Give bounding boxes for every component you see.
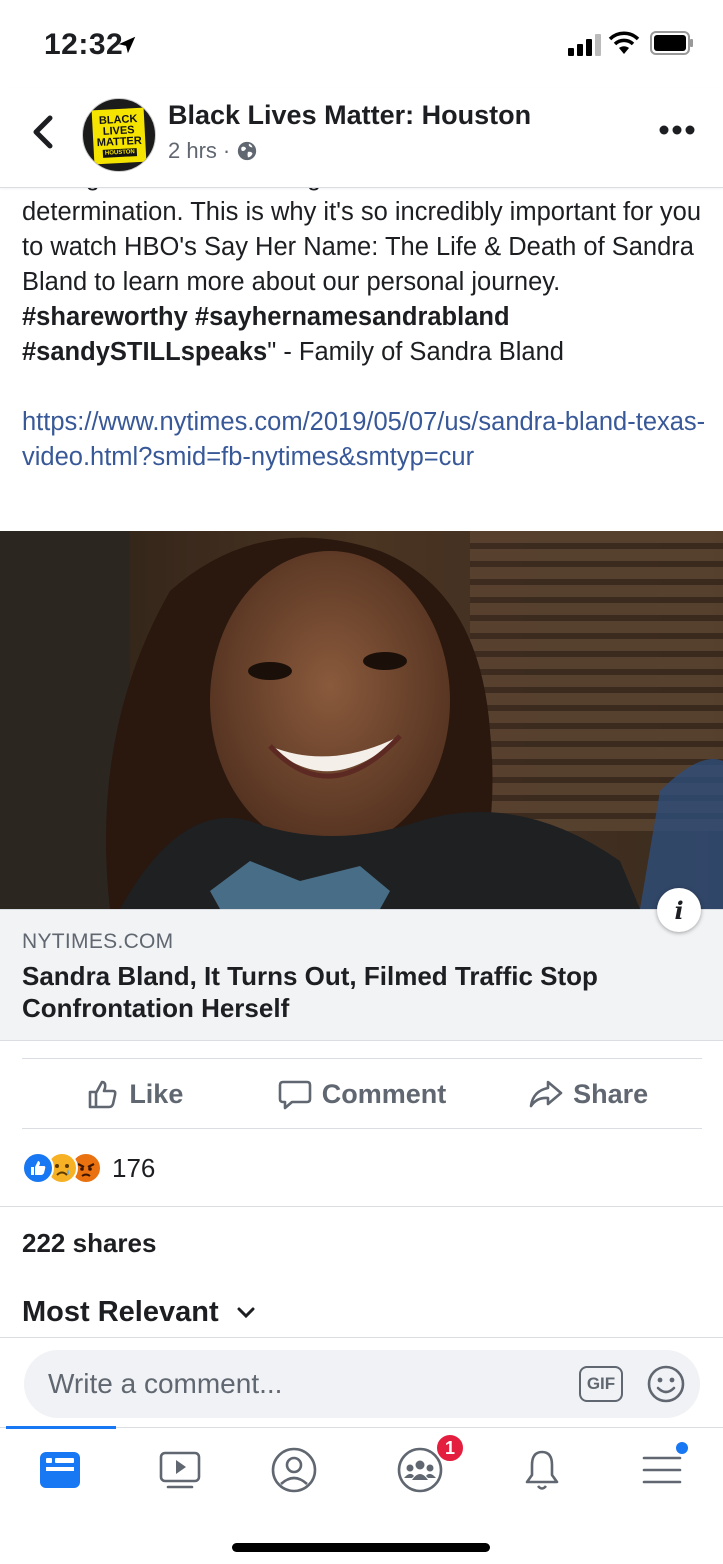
profile-icon (271, 1447, 317, 1493)
post-meta: 2 hrs · (168, 138, 258, 164)
divider (22, 1058, 702, 1059)
post-time[interactable]: 2 hrs (168, 138, 217, 164)
like-button[interactable]: Like (22, 1060, 249, 1128)
cellular-signal-icon (568, 34, 601, 56)
like-reaction-icon (22, 1152, 54, 1184)
menu-update-dot (676, 1442, 688, 1454)
notification-badge: 1 (435, 1433, 465, 1463)
emoji-icon[interactable] (646, 1364, 686, 1404)
gif-button[interactable]: GIF (579, 1366, 623, 1402)
comment-input[interactable]: Write a comment... GIF (24, 1350, 700, 1418)
preview-domain: NYTIMES.COM (22, 930, 174, 953)
hashtag[interactable]: #sandySTILLspeaks (22, 338, 267, 366)
status-time: 12:32 (44, 28, 124, 61)
post-body: managed to do that through sheer will an… (22, 160, 712, 475)
share-button[interactable]: Share (475, 1060, 702, 1128)
back-arrow-icon[interactable] (26, 112, 60, 152)
reactions-summary[interactable]: 176 (22, 1150, 155, 1186)
bell-icon (525, 1450, 559, 1490)
video-play-icon (159, 1451, 201, 1489)
battery-icon (650, 31, 693, 55)
article-link[interactable]: https://www.nytimes.com/2019/05/07/us/sa… (22, 405, 712, 475)
globe-icon (238, 141, 257, 161)
share-arrow-icon (529, 1080, 563, 1108)
divider (22, 1128, 702, 1129)
divider (0, 1206, 723, 1207)
link-preview[interactable]: NYTIMES.COM Sandra Bland, It Turns Out, … (0, 909, 723, 1041)
preview-title: Sandra Bland, It Turns Out, Filmed Traff… (22, 961, 598, 1023)
comment-placeholder: Write a comment... (48, 1368, 283, 1399)
article-image[interactable] (0, 531, 723, 909)
tab-notifications[interactable] (512, 1440, 572, 1500)
hashtag[interactable]: #sayhernamesandrabland (195, 303, 510, 331)
thumbs-up-icon (89, 1080, 117, 1109)
tab-profile[interactable] (264, 1440, 324, 1500)
reaction-count: 176 (112, 1152, 156, 1183)
tab-news-feed[interactable] (30, 1440, 90, 1500)
status-bar: 12:32 (0, 0, 723, 88)
bottom-tab-bar: 1 (0, 1426, 723, 1564)
chevron-down-icon (237, 1307, 255, 1318)
avatar-sign: BLACK LIVES MATTER HOUSTON (91, 107, 147, 165)
comment-bubble-icon (278, 1080, 312, 1110)
action-bar: Like Comment Share (22, 1060, 702, 1128)
more-options-icon[interactable] (659, 124, 695, 136)
comment-sort-dropdown[interactable]: Most Relevant (22, 1296, 255, 1329)
page-name[interactable]: Black Lives Matter: Houston (168, 100, 531, 131)
tab-watch[interactable] (150, 1440, 210, 1500)
post-header: BLACK LIVES MATTER HOUSTON Black Lives M… (0, 88, 723, 188)
home-indicator[interactable] (232, 1543, 490, 1552)
post-text-main: determination. This is why it's so incre… (22, 198, 702, 366)
page-avatar[interactable]: BLACK LIVES MATTER HOUSTON (82, 98, 156, 172)
location-arrow-icon (118, 36, 136, 54)
hashtag[interactable]: #shareworthy (22, 303, 188, 331)
active-tab-indicator (6, 1426, 116, 1429)
menu-hamburger-icon (642, 1456, 682, 1484)
news-feed-icon (40, 1452, 80, 1488)
wifi-icon (608, 31, 640, 54)
info-button[interactable]: i (657, 888, 701, 932)
meta-separator: · (222, 138, 231, 163)
comment-button[interactable]: Comment (249, 1060, 476, 1128)
shares-count[interactable]: 222 shares (22, 1228, 156, 1259)
comment-composer: Write a comment... GIF (0, 1337, 723, 1427)
article-photo (0, 531, 723, 909)
